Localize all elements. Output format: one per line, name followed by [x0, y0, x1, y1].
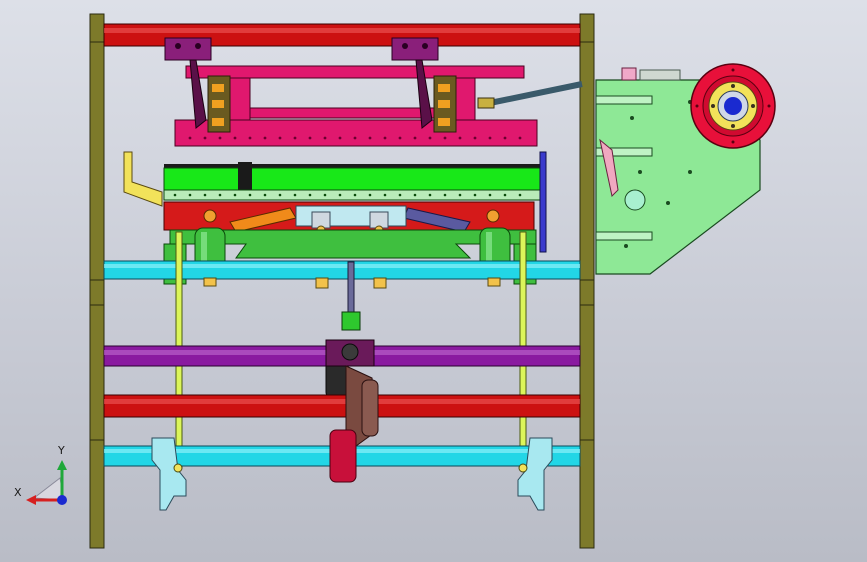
green-top-plate: [163, 167, 541, 191]
cad-viewport[interactable]: Y X: [0, 0, 867, 562]
right-side-strip: [539, 151, 547, 253]
actuator-rod: [484, 81, 583, 107]
assembly-drawing: [26, 13, 776, 549]
coordinate-triad: [26, 460, 67, 505]
right-top-bracket: [391, 37, 439, 61]
mount-hole: [624, 189, 646, 211]
left-frame-post: [89, 13, 105, 549]
triad-y-label: Y: [58, 444, 65, 457]
triad-x-label: X: [14, 486, 22, 499]
cyan-bar-upper: [103, 260, 581, 280]
left-side-bracket: [123, 151, 163, 207]
carriage-top-rail: [185, 65, 525, 79]
left-top-bracket: [164, 37, 212, 61]
center-wheel-red: [329, 429, 357, 483]
lower-red-bar: [103, 394, 581, 418]
right-frame-post: [579, 13, 595, 549]
triad-z-axis: [57, 495, 67, 505]
